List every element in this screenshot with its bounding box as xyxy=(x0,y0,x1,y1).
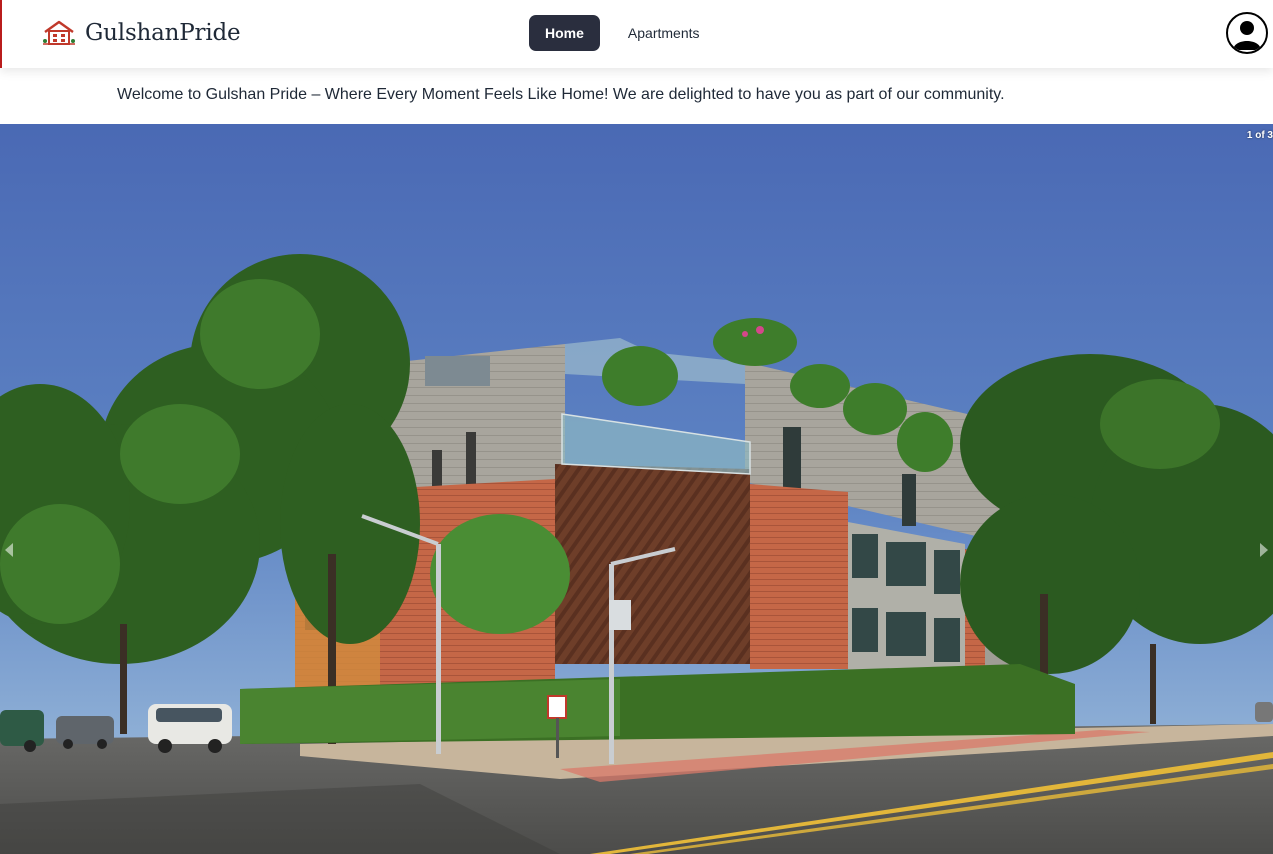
carousel-next-button[interactable] xyxy=(1257,538,1271,562)
carousel-counter: 1 of 3 xyxy=(1246,130,1273,141)
house-icon xyxy=(42,19,76,47)
main-nav: Home Apartments xyxy=(529,15,716,51)
user-avatar-icon[interactable] xyxy=(1226,12,1268,54)
nav-apartments-link[interactable]: Apartments xyxy=(612,15,716,51)
nav-home-link[interactable]: Home xyxy=(529,15,600,51)
building-photo xyxy=(0,124,1273,854)
hero-carousel: 1 of 3 xyxy=(0,124,1273,854)
brand-name: GulshanPride xyxy=(85,20,241,46)
chevron-left-icon xyxy=(5,543,13,557)
chevron-right-icon xyxy=(1260,543,1268,557)
carousel-prev-button[interactable] xyxy=(2,538,16,562)
brand-logo[interactable]: GulshanPride xyxy=(42,16,241,50)
welcome-message: Welcome to Gulshan Pride – Where Every M… xyxy=(117,86,1005,103)
navbar: GulshanPride Home Apartments xyxy=(0,0,1273,68)
